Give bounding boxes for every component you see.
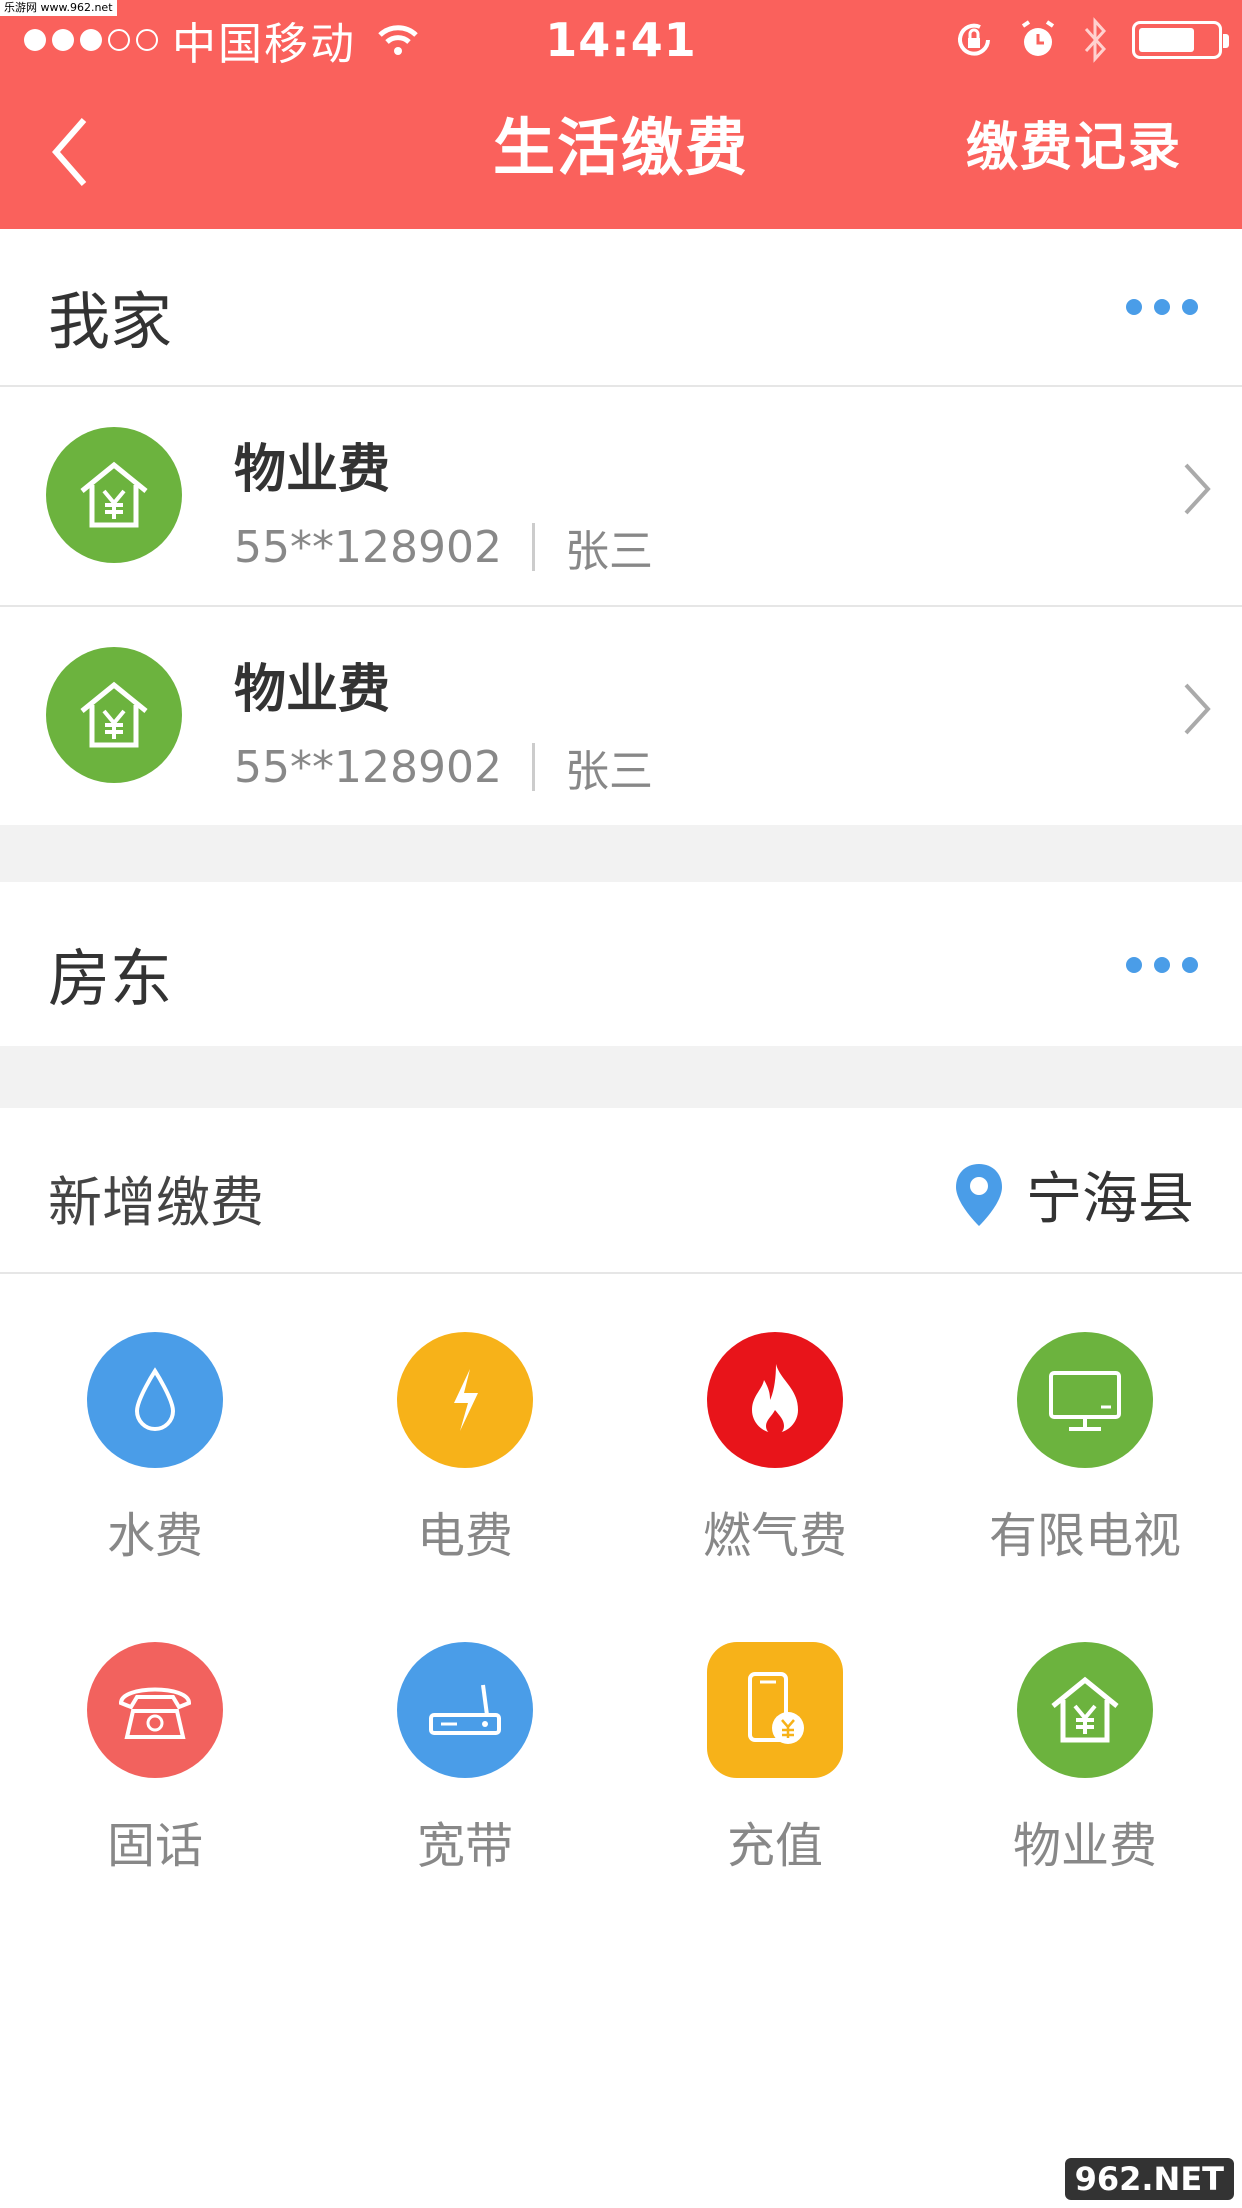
separator bbox=[531, 523, 535, 571]
bill-row[interactable]: 物业费 55**128902 张三 bbox=[0, 607, 1242, 825]
more-options-icon[interactable] bbox=[1126, 299, 1198, 315]
watermark-logo: 962.NET bbox=[1064, 2158, 1234, 2200]
alarm-icon bbox=[1021, 20, 1055, 56]
bill-meta: 55**128902 张三 bbox=[234, 735, 653, 799]
group-header-landlord: 房东 bbox=[0, 882, 1242, 1046]
service-grid: 水费 电费 燃气费 有限电视 固话 宽带 充值 物业费 bbox=[0, 1274, 1242, 2208]
service-gas[interactable]: 燃气费 bbox=[620, 1274, 930, 1584]
service-electricity[interactable]: 电费 bbox=[310, 1274, 620, 1584]
service-label: 电费 bbox=[416, 1508, 513, 1564]
phone-recharge-icon bbox=[707, 1642, 843, 1778]
tv-icon bbox=[1017, 1332, 1153, 1468]
bill-row[interactable]: 物业费 55**128902 张三 bbox=[0, 387, 1242, 605]
account-number: 55**128902 bbox=[234, 521, 502, 573]
chevron-right-icon bbox=[1184, 463, 1211, 515]
location-label: 宁海县 bbox=[1026, 1167, 1194, 1232]
bill-meta: 55**128902 张三 bbox=[234, 515, 653, 579]
more-options-icon[interactable] bbox=[1126, 957, 1198, 973]
router-icon bbox=[397, 1642, 533, 1778]
header-bar: 乐游网 www.962.net 中国移动 14:41 生活缴费 缴费记录 bbox=[0, 0, 1242, 229]
bill-name: 物业费 bbox=[234, 660, 391, 720]
group-title: 我家 bbox=[48, 285, 173, 358]
service-recharge[interactable]: 充值 bbox=[620, 1584, 930, 1894]
service-landline[interactable]: 固话 bbox=[0, 1584, 310, 1894]
bill-name: 物业费 bbox=[234, 440, 391, 500]
bluetooth-icon bbox=[1084, 17, 1107, 63]
account-number: 55**128902 bbox=[234, 741, 502, 793]
payment-records-button[interactable]: 缴费记录 bbox=[966, 108, 1182, 188]
account-holder: 张三 bbox=[564, 746, 653, 797]
location-selector[interactable]: 宁海县 bbox=[954, 1154, 1194, 1235]
house-yen-icon bbox=[46, 647, 182, 783]
service-label: 充值 bbox=[726, 1818, 823, 1874]
telephone-icon bbox=[87, 1642, 223, 1778]
service-label: 有限电视 bbox=[988, 1508, 1181, 1564]
account-holder: 张三 bbox=[564, 526, 653, 577]
rotation-lock-icon bbox=[958, 23, 990, 56]
service-label: 水费 bbox=[106, 1508, 203, 1564]
add-payment-header: 新增缴费 宁海县 bbox=[0, 1108, 1242, 1272]
service-label: 物业费 bbox=[1012, 1818, 1157, 1874]
service-broadband[interactable]: 宽带 bbox=[310, 1584, 620, 1894]
house-yen-icon bbox=[46, 427, 182, 563]
house-yen-icon bbox=[1017, 1642, 1153, 1778]
location-pin-icon bbox=[956, 1163, 1002, 1226]
service-label: 燃气费 bbox=[702, 1508, 847, 1564]
status-bar-right bbox=[952, 10, 1229, 70]
water-drop-icon bbox=[87, 1332, 223, 1468]
group-header-home: 我家 bbox=[0, 229, 1242, 385]
lightning-icon bbox=[397, 1332, 533, 1468]
service-label: 宽带 bbox=[416, 1818, 513, 1874]
service-cable-tv[interactable]: 有限电视 bbox=[930, 1274, 1240, 1584]
chevron-right-icon bbox=[1184, 683, 1211, 735]
battery-icon bbox=[1132, 21, 1229, 59]
add-payment-title: 新增缴费 bbox=[48, 1171, 264, 1234]
group-title: 房东 bbox=[48, 942, 173, 1015]
flame-icon bbox=[707, 1332, 843, 1468]
service-label: 固话 bbox=[106, 1818, 203, 1874]
separator bbox=[531, 743, 535, 791]
service-water[interactable]: 水费 bbox=[0, 1274, 310, 1584]
service-property[interactable]: 物业费 bbox=[930, 1584, 1240, 1894]
